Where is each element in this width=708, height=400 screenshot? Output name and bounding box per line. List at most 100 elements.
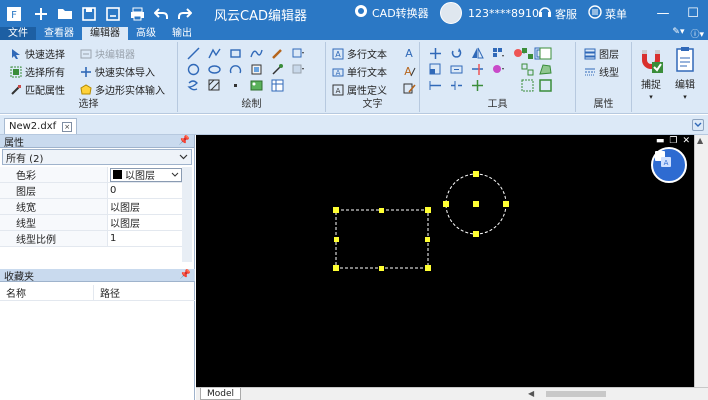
move-tool-icon[interactable] [428, 47, 443, 60]
capture-dropdown-icon[interactable]: ▾ [649, 93, 653, 101]
avatar [440, 2, 462, 24]
column-path[interactable]: 路径 [94, 285, 120, 300]
rotate-icon[interactable] [449, 47, 464, 60]
helix-icon[interactable] [186, 79, 201, 92]
canvas-minimize-icon[interactable]: ▬ [656, 136, 665, 146]
document-tab[interactable]: New2.dxf × [4, 118, 78, 134]
color-select[interactable]: 以图层 [110, 167, 182, 182]
boundary-icon[interactable] [538, 79, 553, 92]
main-menu-button[interactable]: 菜单 [588, 5, 627, 22]
scroll-left-icon[interactable]: ◀ [528, 389, 534, 398]
close-tab-icon[interactable]: × [62, 121, 73, 132]
headset-icon [538, 5, 552, 22]
user-account[interactable]: 123****8910 [440, 2, 539, 24]
arc-icon[interactable] [228, 63, 243, 76]
minimize-icon[interactable]: — [648, 0, 678, 27]
tab-advanced[interactable]: 高级 [128, 27, 164, 40]
selected-rectangle[interactable] [335, 209, 429, 269]
cad-converter-link[interactable]: CAD转换器 [354, 4, 429, 21]
hatch-dropdown-icon[interactable] [291, 47, 306, 60]
circle-icon[interactable] [186, 63, 201, 76]
text-style-icon[interactable]: A [402, 46, 417, 59]
linetype-button[interactable]: 线型 [584, 64, 619, 79]
mirror-icon[interactable] [470, 47, 485, 60]
block-icon[interactable] [249, 63, 264, 76]
align-icon[interactable] [520, 47, 535, 60]
quick-entity-import-button[interactable]: 快速实体导入 [80, 64, 155, 79]
rectangle-grips[interactable] [333, 207, 431, 271]
canvas-vertical-scrollbar[interactable]: ▲ [694, 135, 708, 387]
property-row[interactable]: 线型 以图层 [0, 215, 182, 231]
undo-icon[interactable] [151, 5, 171, 23]
info-icon[interactable]: ⓘ▾ [690, 27, 704, 40]
text-pen-icon[interactable] [402, 82, 417, 95]
hatch-pattern-icon[interactable] [207, 79, 222, 92]
open-folder-icon[interactable] [55, 5, 75, 23]
group-icon[interactable] [520, 63, 535, 76]
multiline-text-button[interactable]: A 多行文本 [332, 46, 387, 61]
array-dropdown-icon[interactable] [491, 47, 506, 60]
circle-grips[interactable] [443, 171, 509, 237]
edit-button[interactable]: 编辑 ▾ [669, 46, 701, 101]
line-icon[interactable] [186, 47, 201, 60]
customer-service-button[interactable]: 客服 [538, 5, 577, 22]
tab-editor[interactable]: 编辑器 [82, 27, 128, 40]
canvas-restore-icon[interactable]: ❐ [669, 136, 677, 146]
model-tab[interactable]: Model [200, 388, 242, 400]
property-row[interactable]: 线宽 以图层 [0, 199, 182, 215]
trim-icon[interactable] [470, 63, 485, 76]
tab-viewer[interactable]: 查看器 [36, 27, 82, 40]
translate-float-button[interactable]: A [651, 147, 687, 183]
table-icon[interactable] [270, 79, 285, 92]
entity-filter-select[interactable]: 所有 (2) [2, 149, 192, 165]
help-icon[interactable]: ✎▾ [672, 27, 684, 40]
color-dropdown-icon[interactable] [491, 63, 506, 76]
scroll-up-icon[interactable]: ▲ [697, 136, 703, 145]
redo-icon[interactable] [175, 5, 195, 23]
column-name[interactable]: 名称 [0, 285, 94, 300]
rectangle-icon[interactable] [228, 47, 243, 60]
polyline-icon[interactable] [207, 47, 222, 60]
new-file-icon[interactable] [31, 5, 51, 23]
scroll-thumb[interactable] [546, 391, 606, 397]
pencil-icon[interactable] [270, 47, 285, 60]
canvas-horizontal-scrollbar[interactable]: Model ◀ [196, 387, 708, 400]
ungroup-icon[interactable] [520, 79, 535, 92]
properties-grid: 色彩 以图层 图层 0 线宽 以图层 线型 以图层 线型比例 1 [0, 167, 182, 247]
region-icon[interactable] [538, 63, 553, 76]
property-row[interactable]: 图层 0 [0, 183, 182, 199]
pin-icon[interactable]: 📌 [180, 270, 191, 280]
break-icon[interactable] [449, 79, 464, 92]
extend-icon[interactable] [428, 79, 443, 92]
tab-output[interactable]: 输出 [164, 27, 200, 40]
text-edit-icon[interactable]: A [402, 64, 417, 77]
properties-scrollbar[interactable] [182, 167, 192, 262]
save-icon[interactable] [79, 5, 99, 23]
spline-icon[interactable] [249, 47, 264, 60]
pin-icon[interactable]: 📌 [179, 136, 190, 146]
save-as-icon[interactable] [103, 5, 123, 23]
tab-list-chevron-icon[interactable] [692, 119, 704, 131]
drawing-canvas[interactable]: ▬ ❐ ✕ A [196, 135, 694, 387]
print-icon[interactable] [127, 5, 147, 23]
layer-button[interactable]: 图层 [584, 46, 619, 61]
brush-tool-icon[interactable] [270, 63, 285, 76]
select-all-button[interactable]: 选择所有 [10, 64, 65, 79]
quick-select-button[interactable]: 快速选择 [10, 46, 65, 61]
ellipse-icon[interactable] [207, 63, 222, 76]
canvas-close-icon[interactable]: ✕ [682, 136, 690, 146]
single-line-text-button[interactable]: A 单行文本 [332, 64, 387, 79]
stretch-icon[interactable] [449, 63, 464, 76]
block-editor-button[interactable]: 块编辑器 [80, 46, 135, 61]
join-icon[interactable] [470, 79, 485, 92]
tab-file[interactable]: 文件 [0, 27, 36, 40]
maximize-icon[interactable]: ☐ [678, 0, 708, 27]
edit-dropdown-icon[interactable]: ▾ [683, 93, 687, 101]
property-row[interactable]: 线型比例 1 [0, 231, 182, 247]
point-icon[interactable] [228, 79, 243, 92]
capture-button[interactable]: 捕捉 ▾ [635, 46, 667, 101]
wipeout-icon[interactable] [538, 47, 553, 60]
image-icon[interactable] [249, 79, 264, 92]
scale-icon[interactable] [428, 63, 443, 76]
gradient-dropdown-icon[interactable] [291, 63, 306, 76]
